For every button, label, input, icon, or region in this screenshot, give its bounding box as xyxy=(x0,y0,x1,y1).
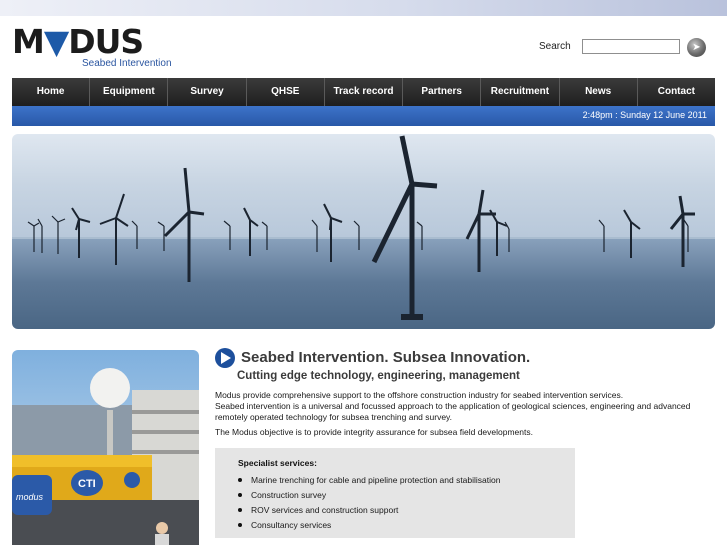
service-label: Marine trenching for cable and pipeline … xyxy=(251,475,501,485)
specialist-services-box: Specialist services: Marine trenching fo… xyxy=(215,448,575,538)
nav-item-track-record[interactable]: Track record xyxy=(323,78,402,106)
service-label: ROV services and construction support xyxy=(251,505,399,515)
search-go-icon[interactable]: ➤ xyxy=(687,38,706,57)
bullet-icon xyxy=(238,507,242,512)
nav-item-contact[interactable]: Contact xyxy=(636,78,715,106)
nav-item-partners[interactable]: Partners xyxy=(402,78,480,106)
modus-logo[interactable]: M▼DUS Seabed Intervention xyxy=(12,22,172,71)
bullet-icon xyxy=(238,522,242,527)
nav-item-equipment[interactable]: Equipment xyxy=(89,78,167,106)
list-item: Consultancy services xyxy=(238,518,501,533)
page-headline: Seabed Intervention. Subsea Innovation. xyxy=(241,349,531,366)
services-title: Specialist services: xyxy=(238,458,317,468)
service-label: Consultancy services xyxy=(251,520,332,530)
nav-item-qhse[interactable]: QHSE xyxy=(245,78,324,106)
list-item: ROV services and construction support xyxy=(238,503,501,518)
hero-image xyxy=(12,134,715,329)
intro-paragraph-line-1: Modus provide comprehensive support to t… xyxy=(215,390,624,400)
service-label: Construction survey xyxy=(251,490,327,500)
main-nav: Home Equipment Survey QHSE Track record … xyxy=(12,78,715,106)
services-list: Marine trenching for cable and pipeline … xyxy=(238,473,501,533)
page-subheadline: Cutting edge technology, engineering, ma… xyxy=(237,370,520,382)
logo-wordmark: M▼DUS xyxy=(12,22,144,61)
list-item: Construction survey xyxy=(238,488,501,503)
bullet-icon xyxy=(238,492,242,497)
photo-badge-modus: modus xyxy=(16,492,44,502)
photo-badge-cti: CTI xyxy=(78,478,96,490)
list-item: Marine trenching for cable and pipeline … xyxy=(238,473,501,488)
top-band xyxy=(0,0,727,16)
nav-item-home[interactable]: Home xyxy=(12,78,89,106)
search-input[interactable] xyxy=(582,39,680,54)
objective-paragraph: The Modus objective is to provide integr… xyxy=(215,427,533,437)
nav-item-survey[interactable]: Survey xyxy=(167,78,245,106)
intro-text: Modus provide comprehensive support to t… xyxy=(215,390,720,438)
play-arrow-icon xyxy=(215,348,235,368)
logo-tagline: Seabed Intervention xyxy=(82,58,172,69)
nav-item-recruitment[interactable]: Recruitment xyxy=(480,78,558,106)
date-time: 2:48pm : Sunday 12 June 2011 xyxy=(582,110,707,120)
bullet-icon xyxy=(238,477,242,482)
vessel-photo: modus CTI xyxy=(12,350,199,545)
intro-paragraph-line-2: Seabed intervention is a universal and f… xyxy=(215,401,691,422)
search-label: Search xyxy=(539,41,571,52)
date-bar: 2:48pm : Sunday 12 June 2011 xyxy=(12,106,715,126)
nav-item-news[interactable]: News xyxy=(558,78,637,106)
